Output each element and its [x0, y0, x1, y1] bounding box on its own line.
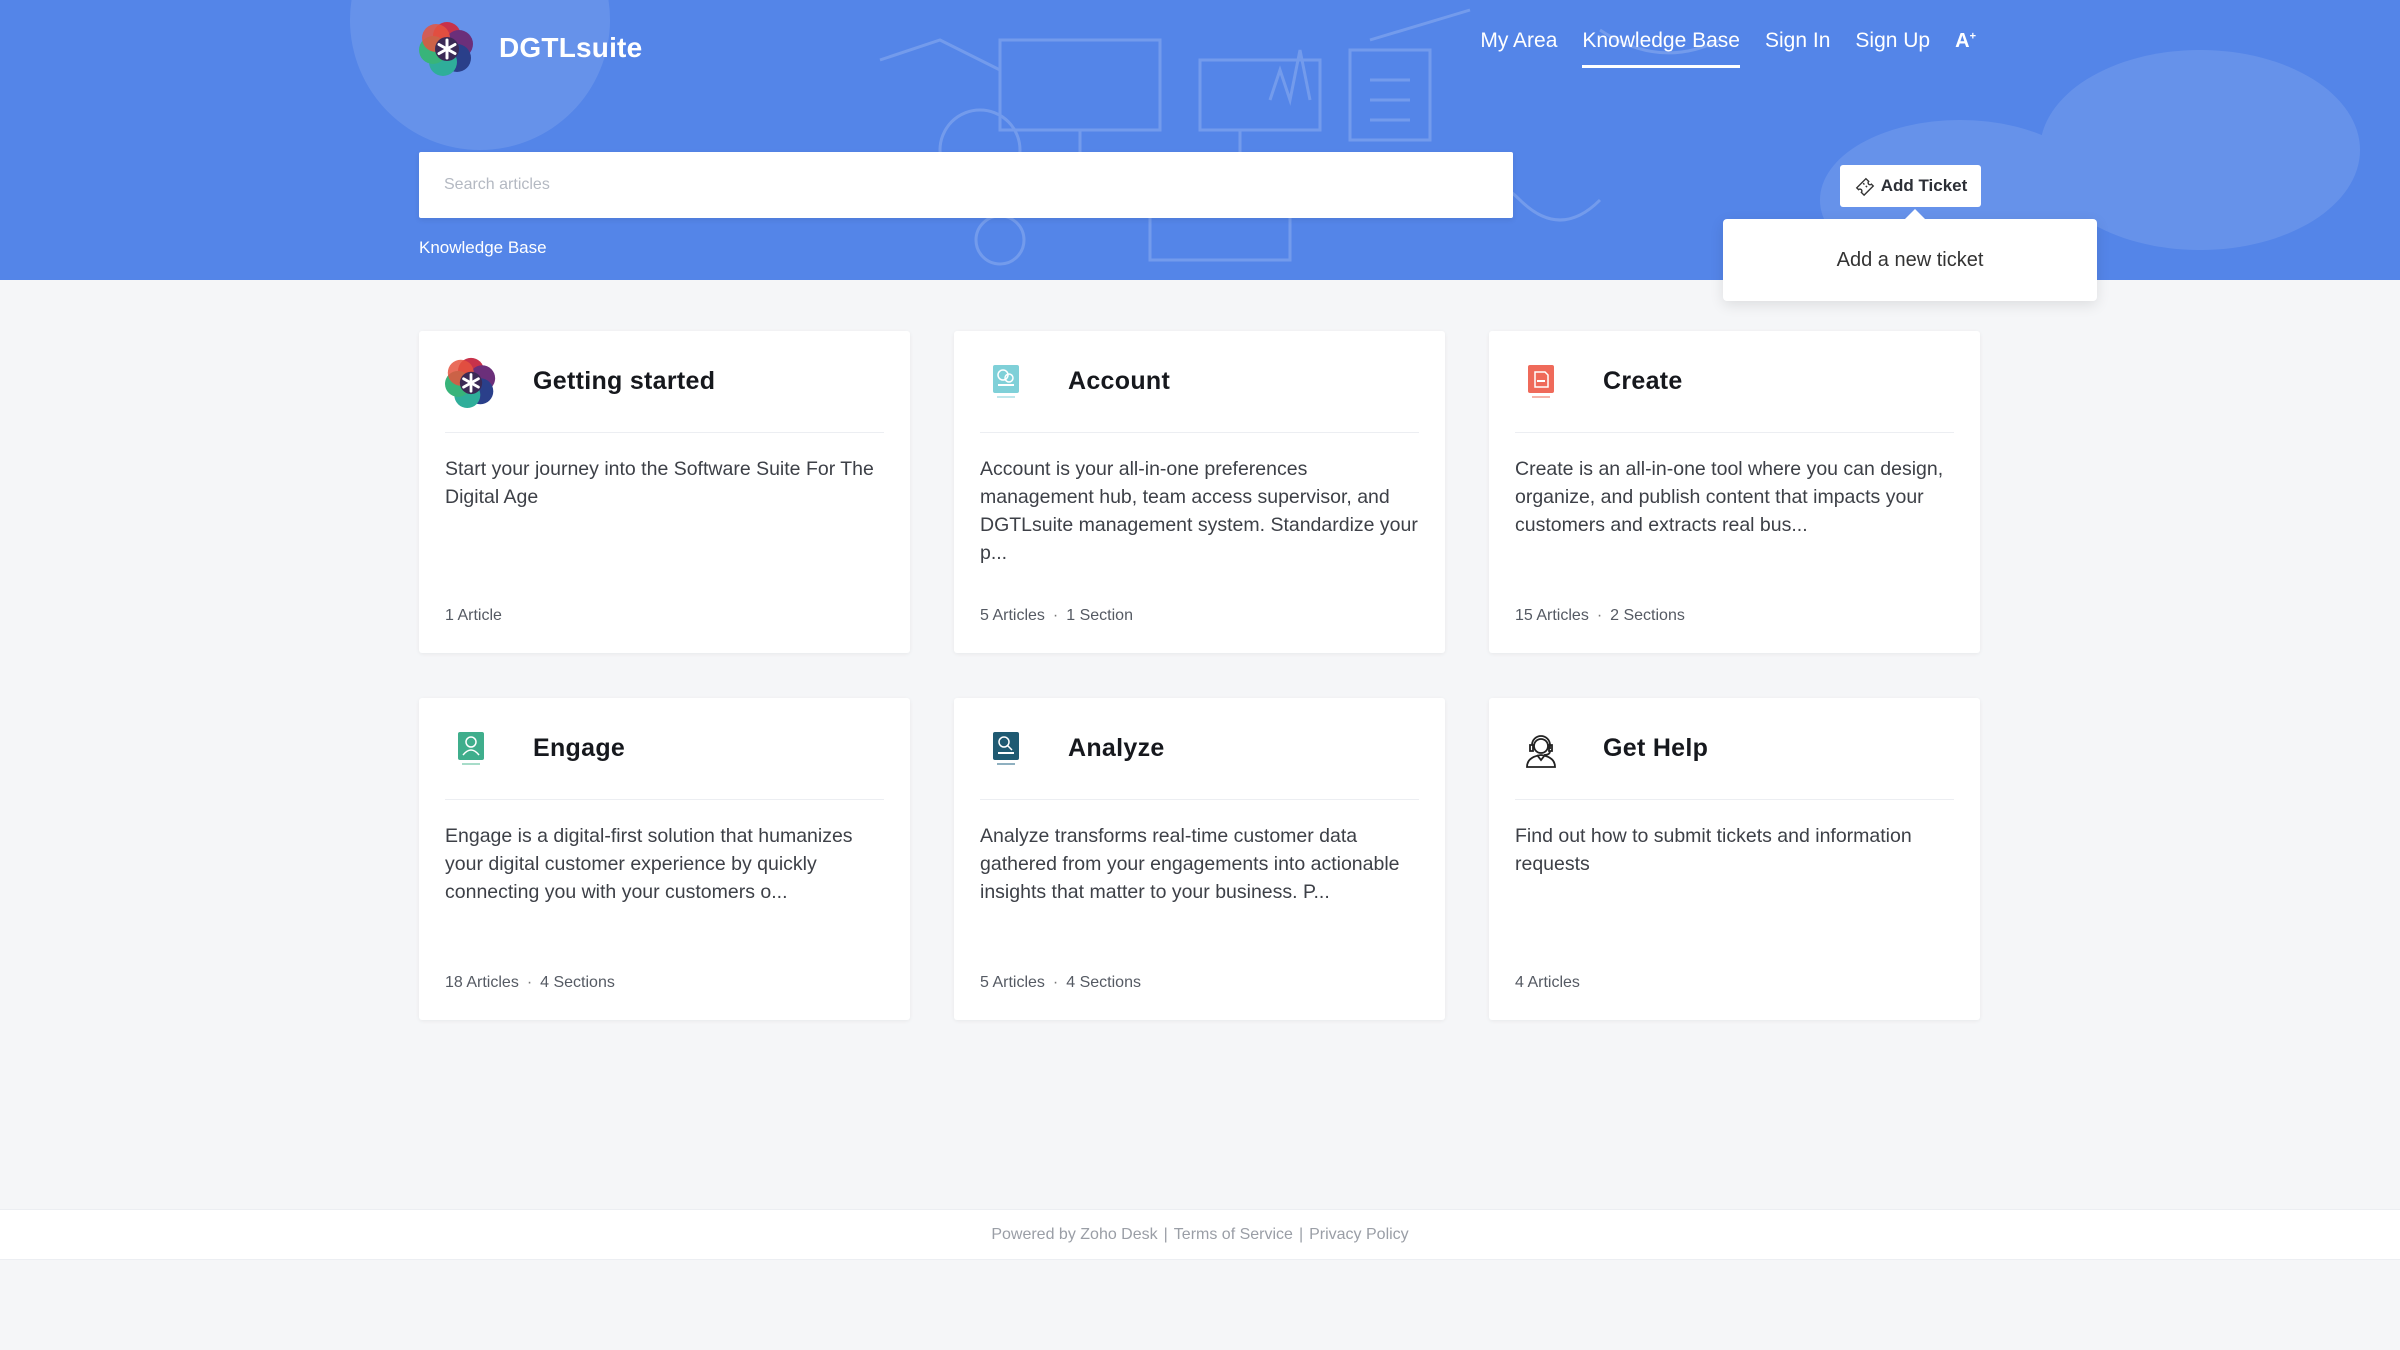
- add-ticket-tooltip: Add a new ticket: [1723, 209, 2097, 301]
- section-count: 4 Sections: [1066, 974, 1141, 991]
- section-count: 2 Sections: [1610, 607, 1685, 624]
- footer-separator: |: [1298, 1225, 1304, 1243]
- support-agent-icon: [1515, 723, 1567, 775]
- nav-knowledge-base[interactable]: Knowledge Base: [1582, 28, 1740, 69]
- top-navigation: My Area Knowledge Base Sign In Sign Up A…: [1480, 28, 1976, 78]
- font-size-icon[interactable]: A+: [1955, 28, 1976, 54]
- terms-of-service-link[interactable]: Terms of Service: [1174, 1226, 1293, 1244]
- article-count: 15 Articles: [1515, 607, 1589, 624]
- breadcrumb[interactable]: Knowledge Base: [419, 238, 547, 258]
- article-count: 4 Articles: [1515, 974, 1580, 991]
- category-card-create[interactable]: Create Create is an all-in-one tool wher…: [1489, 331, 1980, 653]
- category-meta: 5 Articles · 1 Section: [980, 607, 1133, 625]
- nav-my-area[interactable]: My Area: [1480, 28, 1557, 68]
- category-description: Engage is a digital-first solution that …: [445, 825, 853, 903]
- category-description: Account is your all-in-one preferences m…: [980, 458, 1418, 564]
- category-meta: 18 Articles · 4 Sections: [445, 974, 615, 992]
- privacy-policy-link[interactable]: Privacy Policy: [1309, 1226, 1409, 1244]
- footer: Powered by Zoho Desk | Terms of Service …: [0, 1209, 2400, 1260]
- article-count: 18 Articles: [445, 974, 519, 991]
- category-description: Analyze transforms real-time customer da…: [980, 825, 1400, 903]
- category-title: Engage: [533, 734, 626, 762]
- article-count: 5 Articles: [980, 607, 1045, 624]
- section-count: 1 Section: [1066, 607, 1133, 624]
- category-meta: 4 Articles: [1515, 974, 1580, 992]
- category-description: Create is an all-in-one tool where you c…: [1515, 458, 1944, 536]
- category-title: Create: [1603, 367, 1683, 395]
- meta-separator: ·: [526, 974, 533, 991]
- category-card-account[interactable]: Account Account is your all-in-one prefe…: [954, 331, 1445, 653]
- category-description: Start your journey into the Software Sui…: [445, 458, 874, 508]
- article-count: 5 Articles: [980, 974, 1045, 991]
- category-card-analyze[interactable]: Analyze Analyze transforms real-time cus…: [954, 698, 1445, 1020]
- category-card-engage[interactable]: Engage Engage is a digital-first solutio…: [419, 698, 910, 1020]
- powered-by-link[interactable]: Powered by Zoho Desk: [991, 1226, 1157, 1244]
- nav-sign-up[interactable]: Sign Up: [1855, 28, 1930, 68]
- article-count: 1 Article: [445, 607, 502, 624]
- category-card-getting-started[interactable]: Getting started Start your journey into …: [419, 331, 910, 653]
- category-grid: Getting started Start your journey into …: [419, 331, 1981, 1020]
- brand[interactable]: DGTLsuite: [419, 18, 642, 78]
- add-ticket-label: Add Ticket: [1880, 176, 1968, 195]
- category-title: Account: [1068, 367, 1171, 395]
- category-card-get-help[interactable]: Get Help Find out how to submit tickets …: [1489, 698, 1980, 1020]
- dgtlsuite-logo-icon: [445, 356, 497, 408]
- analyze-app-icon: [980, 723, 1032, 775]
- add-ticket-button[interactable]: Add Ticket: [1840, 165, 1981, 207]
- brand-name: DGTLsuite: [499, 32, 643, 63]
- footer-separator: |: [1163, 1225, 1168, 1243]
- create-app-icon: [1515, 356, 1567, 408]
- category-meta: 5 Articles · 4 Sections: [980, 974, 1141, 992]
- meta-separator: ·: [1596, 607, 1603, 624]
- category-title: Getting started: [533, 367, 716, 395]
- engage-app-icon: [445, 723, 497, 775]
- category-meta: 15 Articles · 2 Sections: [1515, 607, 1685, 625]
- meta-separator: ·: [1052, 607, 1059, 624]
- category-description: Find out how to submit tickets and infor…: [1515, 825, 1912, 875]
- section-count: 4 Sections: [540, 974, 615, 991]
- search-input[interactable]: [419, 152, 1513, 218]
- category-title: Get Help: [1603, 734, 1709, 762]
- category-meta: 1 Article: [445, 607, 502, 625]
- dgtlsuite-logo-icon: [419, 22, 473, 76]
- category-title: Analyze: [1068, 734, 1165, 762]
- meta-separator: ·: [1052, 974, 1059, 991]
- nav-sign-in[interactable]: Sign In: [1765, 28, 1830, 68]
- account-app-icon: [980, 356, 1032, 408]
- ticket-icon: [1855, 177, 1874, 197]
